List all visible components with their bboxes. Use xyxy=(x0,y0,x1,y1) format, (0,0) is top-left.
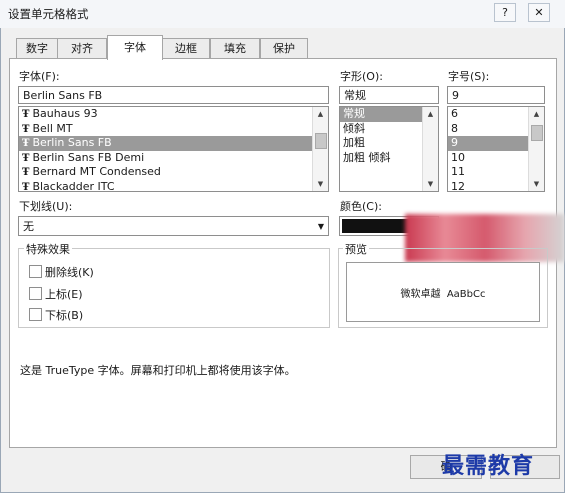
tab-fill[interactable]: 填充 xyxy=(210,38,260,59)
font-name-input[interactable]: Berlin Sans FB xyxy=(18,86,329,104)
truetype-icon: Ŧ xyxy=(22,123,30,135)
tab-border[interactable]: 边框 xyxy=(162,38,210,59)
underline-value: 无 xyxy=(23,220,34,233)
scroll-down-icon[interactable]: ▼ xyxy=(423,177,438,191)
truetype-icon: Ŧ xyxy=(22,109,30,120)
watermark-text: 最需教育 xyxy=(442,453,535,479)
underline-label: 下划线(U): xyxy=(19,200,73,213)
color-label: 颜色(C): xyxy=(340,200,382,213)
scroll-thumb[interactable] xyxy=(315,133,327,149)
scroll-down-icon[interactable]: ▼ xyxy=(313,177,328,191)
chevron-down-icon[interactable]: ▼ xyxy=(318,217,324,237)
font-style-input[interactable]: 常规 xyxy=(339,86,439,104)
truetype-icon: Ŧ xyxy=(22,138,30,149)
font-style-list[interactable]: 常规 倾斜 加粗 加粗 倾斜 ▲ ▼ xyxy=(339,106,439,192)
truetype-info-text: 这是 TrueType 字体。屏幕和打印机上都将使用该字体。 xyxy=(20,364,296,377)
scroll-up-icon[interactable]: ▲ xyxy=(529,107,544,121)
close-button[interactable]: ✕ xyxy=(528,3,550,22)
font-size-input[interactable]: 9 xyxy=(447,86,545,104)
scroll-thumb[interactable] xyxy=(531,125,543,141)
strikethrough-label[interactable]: 删除线(K) xyxy=(45,264,94,280)
tab-number[interactable]: 数字 xyxy=(16,38,58,59)
tab-font[interactable]: 字体 xyxy=(107,35,163,60)
truetype-icon: Ŧ xyxy=(22,181,30,192)
scroll-up-icon[interactable]: ▲ xyxy=(423,107,438,121)
font-list-item-selected[interactable]: Ŧ Berlin Sans FB xyxy=(19,136,328,151)
font-list[interactable]: Ŧ Bauhaus 93 Ŧ Bell MT Ŧ Berlin Sans FB Ŧ Be… xyxy=(18,106,329,192)
font-list-scrollbar[interactable]: ▲ ▼ xyxy=(312,107,328,191)
font-size-label: 字号(S): xyxy=(448,70,490,83)
effects-group-label: 特殊效果 xyxy=(24,241,72,257)
font-size-list[interactable]: 6 8 9 10 11 12 ▲ ▼ xyxy=(447,106,545,192)
tab-protection[interactable]: 保护 xyxy=(260,38,308,59)
superscript-checkbox[interactable] xyxy=(29,287,42,300)
font-list-item[interactable]: Ŧ Bell MT xyxy=(19,122,328,137)
font-list-item[interactable]: Ŧ Berlin Sans FB Demi xyxy=(19,151,328,166)
subscript-label[interactable]: 下标(B) xyxy=(45,307,83,323)
scroll-down-icon[interactable]: ▼ xyxy=(529,177,544,191)
preview-box: 微软卓越 AaBbCc xyxy=(346,262,540,322)
preview-label: 预览 xyxy=(343,241,369,257)
strikethrough-checkbox[interactable] xyxy=(29,265,42,278)
help-button[interactable]: ? xyxy=(494,3,516,22)
truetype-icon: Ŧ xyxy=(22,152,30,164)
font-style-label: 字形(O): xyxy=(340,70,383,83)
font-list-item[interactable]: Ŧ Bauhaus 93 xyxy=(19,107,328,122)
font-list-item[interactable]: Ŧ Bernard MT Condensed xyxy=(19,165,328,180)
superscript-label[interactable]: 上标(E) xyxy=(45,286,83,302)
font-list-item[interactable]: Ŧ Blackadder ITC xyxy=(19,180,328,192)
preview-text: 微软卓越 AaBbCc xyxy=(400,289,486,300)
color-swatch xyxy=(342,219,410,233)
subscript-checkbox[interactable] xyxy=(29,308,42,321)
underline-select[interactable]: 无 ▼ xyxy=(18,216,329,236)
tab-alignment[interactable]: 对齐 xyxy=(57,38,107,59)
font-size-scrollbar[interactable]: ▲ ▼ xyxy=(528,107,544,191)
truetype-icon: Ŧ xyxy=(22,167,30,178)
dialog-title: 设置单元格格式 xyxy=(8,7,89,21)
font-style-scrollbar[interactable]: ▲ ▼ xyxy=(422,107,438,191)
font-label: 字体(F): xyxy=(19,70,60,83)
scroll-up-icon[interactable]: ▲ xyxy=(313,107,328,121)
